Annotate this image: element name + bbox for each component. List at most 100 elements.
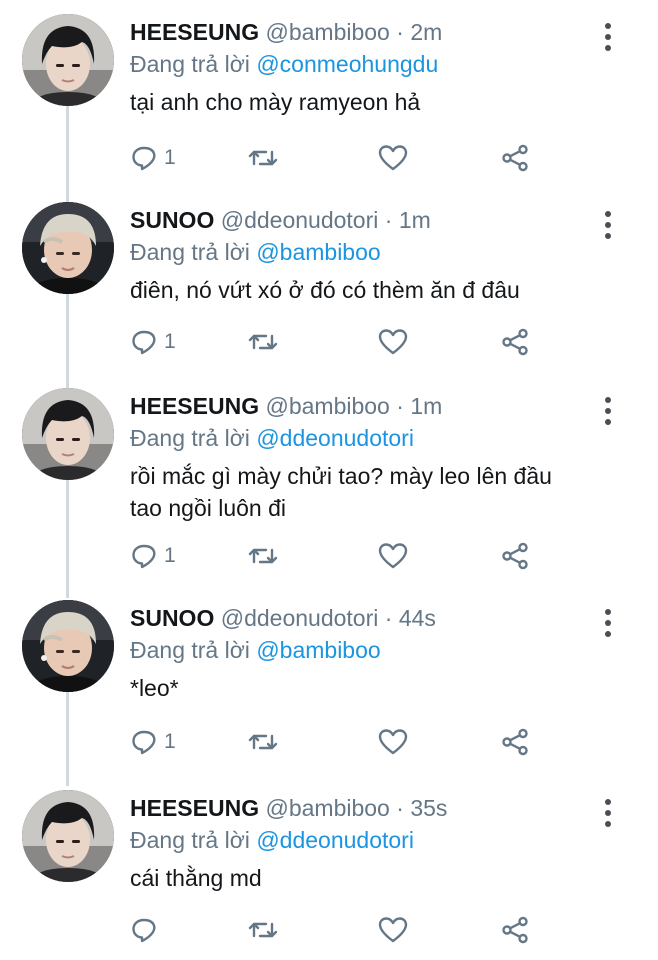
reply-button[interactable]: 1 bbox=[130, 724, 176, 760]
tweet-text-line: điên, nó vứt xó ở đó có thèm ăn đ đâu bbox=[130, 277, 520, 303]
thread-feed: HEESEUNG @bambiboo · 2m Đang trả lời @con… bbox=[0, 0, 658, 960]
tweet-header: HEESEUNG @bambiboo · 1m bbox=[130, 392, 442, 420]
tweet[interactable]: HEESEUNG @bambiboo · 35s Đang trả lời @dd… bbox=[0, 790, 658, 952]
retweet-button[interactable] bbox=[248, 324, 278, 360]
user-handle[interactable]: @bambiboo bbox=[265, 393, 389, 419]
reply-button[interactable] bbox=[130, 912, 164, 948]
tweet-header: SUNOO @ddeonudotori · 44s bbox=[130, 604, 436, 632]
timestamp[interactable]: 1m bbox=[410, 393, 442, 419]
more-vertical-icon bbox=[605, 799, 611, 827]
user-handle[interactable]: @bambiboo bbox=[265, 795, 389, 821]
display-name[interactable]: SUNOO bbox=[130, 207, 214, 233]
mention-link[interactable]: @conmeohungdu bbox=[256, 51, 438, 77]
share-icon bbox=[502, 728, 528, 756]
timestamp[interactable]: 2m bbox=[410, 19, 442, 45]
display-name[interactable]: HEESEUNG bbox=[130, 795, 259, 821]
user-handle[interactable]: @ddeonudotori bbox=[221, 207, 379, 233]
reply-icon bbox=[132, 918, 156, 943]
tweet-actions bbox=[130, 912, 550, 948]
replying-to: Đang trả lời @bambiboo bbox=[130, 238, 381, 266]
more-options-button[interactable] bbox=[600, 798, 616, 828]
heart-icon bbox=[378, 145, 408, 171]
tweet[interactable]: HEESEUNG @bambiboo · 1m Đang trả lời @dde… bbox=[0, 388, 658, 578]
avatar[interactable] bbox=[22, 600, 114, 692]
reply-count: 1 bbox=[164, 146, 176, 169]
mention-link[interactable]: @bambiboo bbox=[256, 637, 380, 663]
timestamp[interactable]: 1m bbox=[399, 207, 431, 233]
tweet-header: HEESEUNG @bambiboo · 35s bbox=[130, 794, 447, 822]
retweet-button[interactable] bbox=[248, 538, 278, 574]
retweet-button[interactable] bbox=[248, 140, 278, 176]
timestamp[interactable]: 44s bbox=[399, 605, 436, 631]
like-button[interactable] bbox=[378, 140, 408, 176]
avatar[interactable] bbox=[22, 202, 114, 294]
display-name[interactable]: HEESEUNG bbox=[130, 19, 259, 45]
replying-to: Đang trả lời @bambiboo bbox=[130, 636, 381, 664]
replying-label: Đang trả lời bbox=[130, 239, 250, 265]
like-button[interactable] bbox=[378, 538, 408, 574]
user-handle[interactable]: @bambiboo bbox=[265, 19, 389, 45]
more-options-button[interactable] bbox=[600, 210, 616, 240]
share-button[interactable] bbox=[500, 724, 530, 760]
retweet-icon bbox=[248, 548, 278, 564]
mention-link[interactable]: @bambiboo bbox=[256, 239, 380, 265]
tweet[interactable]: SUNOO @ddeonudotori · 44s Đang trả lời @b… bbox=[0, 600, 658, 764]
more-options-button[interactable] bbox=[600, 608, 616, 638]
reply-button[interactable]: 1 bbox=[130, 140, 176, 176]
tweet-text: rồi mắc gì mày chửi tao? mày leo lên đầu… bbox=[130, 460, 630, 524]
separator-dot: · bbox=[384, 207, 393, 233]
display-name[interactable]: HEESEUNG bbox=[130, 393, 259, 419]
replying-label: Đang trả lời bbox=[130, 637, 250, 663]
replying-to: Đang trả lời @ddeonudotori bbox=[130, 826, 414, 854]
heart-icon bbox=[378, 543, 408, 569]
timestamp[interactable]: 35s bbox=[410, 795, 447, 821]
reply-count: 1 bbox=[164, 730, 176, 753]
user-handle[interactable]: @ddeonudotori bbox=[221, 605, 379, 631]
retweet-button[interactable] bbox=[248, 724, 278, 760]
avatar[interactable] bbox=[22, 790, 114, 882]
tweet-text: *leo* bbox=[130, 672, 630, 704]
avatar[interactable] bbox=[22, 388, 114, 480]
tweet[interactable]: SUNOO @ddeonudotori · 1m Đang trả lời @ba… bbox=[0, 202, 658, 364]
replying-to: Đang trả lời @conmeohungdu bbox=[130, 50, 438, 78]
share-button[interactable] bbox=[500, 324, 530, 360]
share-button[interactable] bbox=[500, 912, 530, 948]
tweet-text-line: tao ngồi luôn đi bbox=[130, 495, 287, 521]
share-button[interactable] bbox=[500, 538, 530, 574]
tweet-text-line: cái thằng md bbox=[130, 865, 262, 891]
display-name[interactable]: SUNOO bbox=[130, 605, 214, 631]
tweet-actions: 1 bbox=[130, 538, 550, 574]
separator-dot: · bbox=[396, 19, 404, 45]
reply-button[interactable]: 1 bbox=[130, 538, 176, 574]
share-icon bbox=[502, 916, 528, 944]
tweet-header: SUNOO @ddeonudotori · 1m bbox=[130, 206, 431, 234]
tweet-text-line: rồi mắc gì mày chửi tao? mày leo lên đầu bbox=[130, 463, 552, 489]
share-icon bbox=[502, 542, 528, 570]
like-button[interactable] bbox=[378, 324, 408, 360]
separator-dot: · bbox=[396, 393, 404, 419]
reply-icon bbox=[132, 146, 156, 171]
reply-icon bbox=[132, 730, 156, 755]
mention-link[interactable]: @ddeonudotori bbox=[256, 827, 414, 853]
more-vertical-icon bbox=[605, 211, 611, 239]
reply-icon bbox=[132, 544, 156, 569]
separator-dot: · bbox=[384, 605, 393, 631]
retweet-icon bbox=[248, 734, 278, 750]
retweet-icon bbox=[248, 334, 278, 350]
replying-label: Đang trả lời bbox=[130, 51, 250, 77]
tweet[interactable]: HEESEUNG @bambiboo · 2m Đang trả lời @con… bbox=[0, 14, 658, 180]
more-options-button[interactable] bbox=[600, 22, 616, 52]
like-button[interactable] bbox=[378, 724, 408, 760]
share-button[interactable] bbox=[500, 140, 530, 176]
more-options-button[interactable] bbox=[600, 396, 616, 426]
more-vertical-icon bbox=[605, 609, 611, 637]
avatar[interactable] bbox=[22, 14, 114, 106]
reply-button[interactable]: 1 bbox=[130, 324, 176, 360]
replying-to: Đang trả lời @ddeonudotori bbox=[130, 424, 414, 452]
tweet-actions: 1 bbox=[130, 140, 550, 176]
retweet-button[interactable] bbox=[248, 912, 278, 948]
mention-link[interactable]: @ddeonudotori bbox=[256, 425, 414, 451]
share-icon bbox=[502, 144, 528, 172]
like-button[interactable] bbox=[378, 912, 408, 948]
reply-icon bbox=[132, 330, 156, 355]
